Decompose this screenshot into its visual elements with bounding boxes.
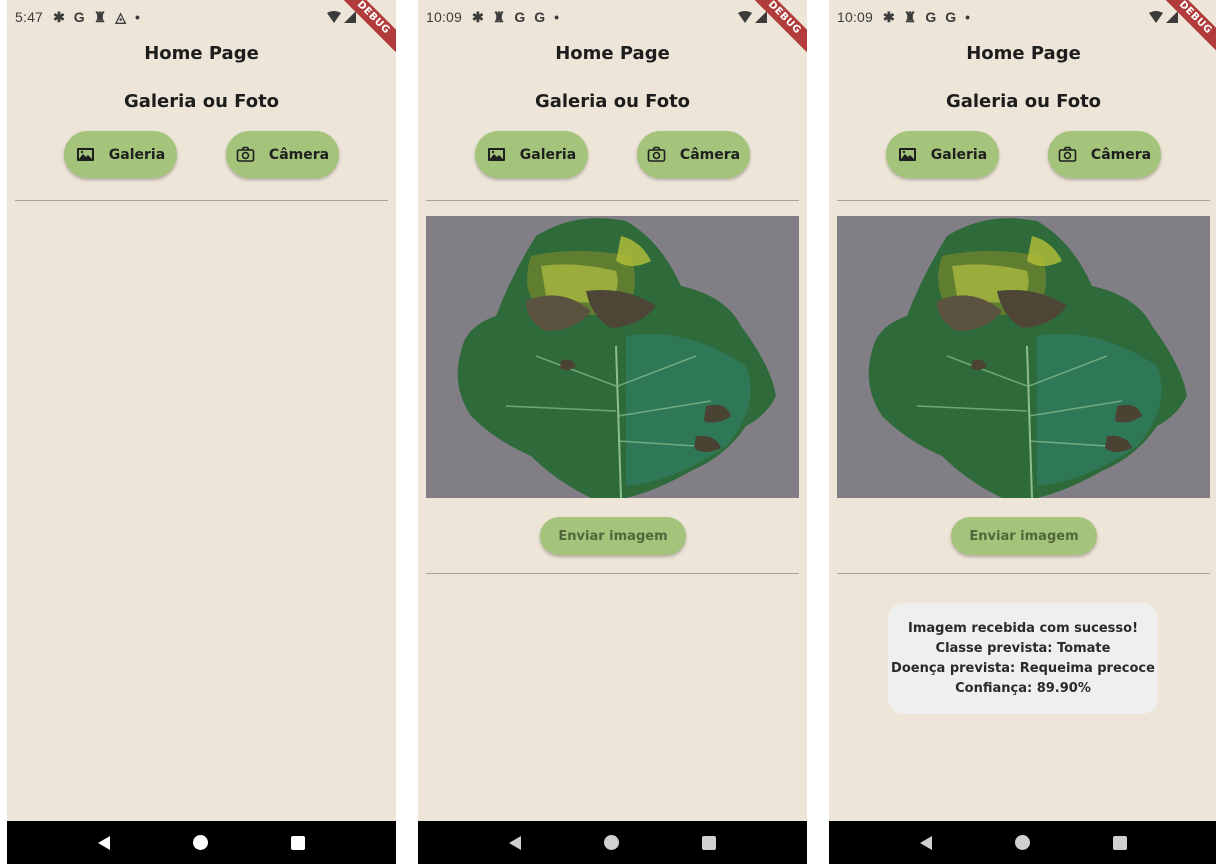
camera-icon (1058, 145, 1077, 164)
camera-button-label: Câmera (1090, 146, 1152, 163)
navigation-bar (829, 821, 1216, 864)
app-title: Home Page (966, 43, 1081, 64)
phone-screen-initial: 5:47 ✱ G ♜ ◬ • DEBUG Home Page Galeria o… (7, 0, 396, 864)
app-title: Home Page (144, 43, 259, 64)
send-image-button[interactable]: Enviar imagem (951, 517, 1097, 555)
dot-icon: • (135, 9, 140, 25)
google-icon: G (945, 9, 957, 25)
dot-icon: • (554, 9, 560, 25)
home-icon[interactable] (603, 835, 619, 850)
camera-button[interactable]: Câmera (1048, 131, 1161, 178)
phone-screen-result: 10:09 ✱ ♜ G G • DEBUG Home Page Galeria … (829, 0, 1216, 864)
camera-icon (236, 145, 255, 164)
result-class-text: Classe prevista: Tomate (935, 640, 1111, 656)
gallery-button-label: Galeria (930, 146, 988, 163)
google-icon: G (514, 9, 526, 25)
google-icon: G (925, 9, 937, 25)
phone-screen-image-selected: 10:09 ✱ ♜ G G • DEBUG Home Page Galeria … (418, 0, 807, 864)
back-icon[interactable] (98, 835, 111, 850)
key-icon: ♜ (492, 9, 506, 25)
camera-icon (647, 145, 666, 164)
section-title: Galeria ou Foto (534, 91, 691, 112)
camera-button[interactable]: Câmera (637, 131, 750, 178)
result-status-text: Imagem recebida com sucesso! (907, 620, 1139, 636)
app-title: Home Page (555, 43, 670, 64)
selected-leaf-image (837, 216, 1210, 498)
image-icon (898, 145, 917, 164)
gallery-button-label: Galeria (519, 146, 577, 163)
home-icon[interactable] (1014, 835, 1030, 850)
divider (837, 200, 1210, 201)
google-icon: G (73, 9, 85, 25)
back-icon[interactable] (509, 835, 522, 850)
section-title: Galeria ou Foto (945, 91, 1102, 112)
divider (837, 573, 1210, 574)
key-icon: ♜ (903, 9, 917, 25)
camera-button-label: Câmera (679, 146, 741, 163)
recents-icon[interactable] (1112, 835, 1127, 850)
gear-icon: ✱ (53, 9, 65, 25)
back-icon[interactable] (920, 835, 933, 850)
gallery-button[interactable]: Galeria (475, 131, 588, 178)
recents-icon[interactable] (290, 835, 305, 850)
section-title: Galeria ou Foto (123, 91, 280, 112)
navigation-bar (418, 821, 807, 864)
google-icon: G (534, 9, 546, 25)
camera-button-label: Câmera (268, 146, 330, 163)
status-time: 5:47 (15, 9, 44, 25)
recents-icon[interactable] (701, 835, 716, 850)
status-time: 10:09 (837, 9, 874, 25)
gallery-button[interactable]: Galeria (886, 131, 999, 178)
gallery-button-label: Galeria (108, 146, 166, 163)
image-icon (487, 145, 506, 164)
send-image-button[interactable]: Enviar imagem (540, 517, 686, 555)
divider (426, 573, 799, 574)
gear-icon: ✱ (472, 9, 484, 25)
divider (426, 200, 799, 201)
selected-leaf-image (426, 216, 799, 498)
gear-icon: ✱ (883, 9, 895, 25)
gallery-button[interactable]: Galeria (64, 131, 177, 178)
home-icon[interactable] (192, 835, 208, 850)
prediction-result-box: Imagem recebida com sucesso! Classe prev… (888, 603, 1158, 714)
divider (15, 200, 388, 201)
image-icon (76, 145, 95, 164)
key-icon: ♜ (93, 9, 107, 25)
navigation-bar (7, 821, 396, 864)
dot-icon: • (965, 9, 971, 25)
result-confidence-text: Confiança: 89.90% (955, 680, 1091, 696)
camera-button[interactable]: Câmera (226, 131, 339, 178)
result-disease-text: Doença prevista: Requeima precoce (891, 660, 1155, 676)
drive-icon: ◬ (115, 9, 127, 25)
status-time: 10:09 (426, 9, 463, 25)
